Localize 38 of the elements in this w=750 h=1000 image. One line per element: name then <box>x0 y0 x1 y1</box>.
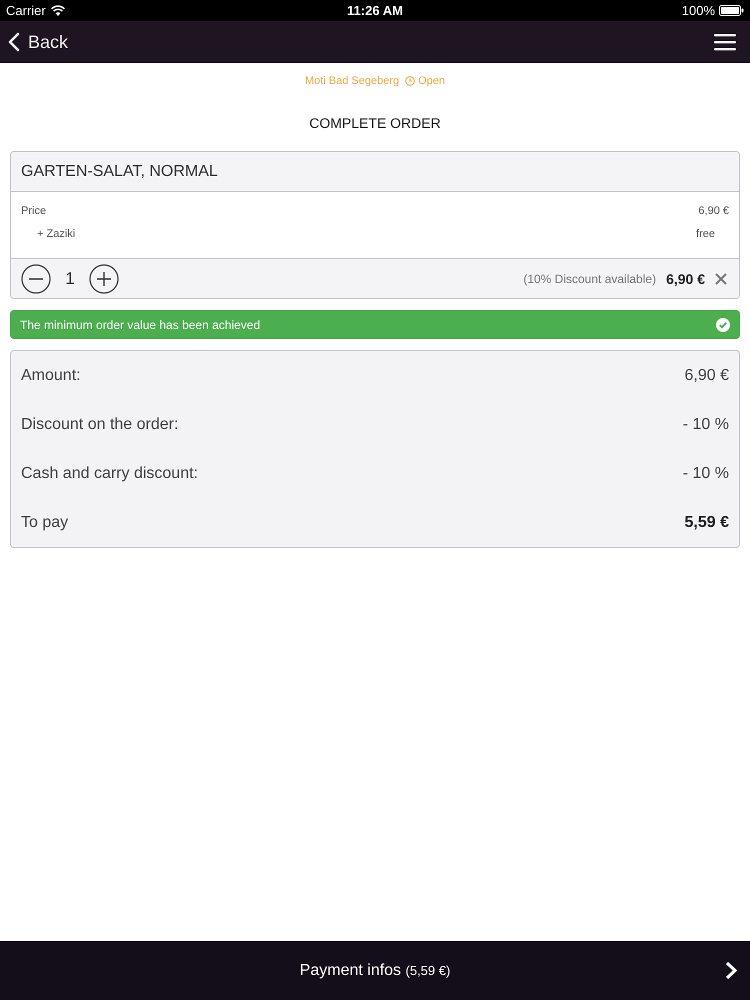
item-total: 6,90 € <box>666 270 705 286</box>
carrier-label: Carrier <box>6 3 46 18</box>
plus-circle-icon <box>89 264 119 294</box>
menu-icon[interactable] <box>714 33 736 51</box>
extra-price: free <box>696 228 716 240</box>
quantity-value: 1 <box>64 268 76 288</box>
total-label: To pay <box>21 514 68 532</box>
chevron-left-icon <box>8 32 20 52</box>
back-button[interactable]: Back <box>8 32 68 52</box>
close-icon <box>715 272 727 284</box>
price-label: Price <box>21 204 46 216</box>
price-value: 6,90 € <box>698 204 729 216</box>
summary-label: Amount: <box>21 366 81 384</box>
summary-label: Cash and carry discount: <box>21 464 198 482</box>
open-status: Open <box>418 75 446 87</box>
clock-time: 11:26 AM <box>347 3 403 18</box>
summary-label: Discount on the order: <box>21 416 178 434</box>
battery-icon <box>719 5 744 16</box>
check-circle-icon <box>716 318 730 332</box>
extra-label: + Zaziki <box>36 228 76 240</box>
clock-icon <box>405 76 416 86</box>
page-title: COMPLETE ORDER <box>308 115 442 131</box>
payment-infos-button[interactable]: Payment infos (5,59 €) <box>0 941 750 1000</box>
minus-circle-icon <box>21 264 51 294</box>
chevron-right-icon <box>724 961 738 980</box>
item-name: GARTEN-SALAT, NORMAL <box>11 152 739 192</box>
increase-button[interactable] <box>89 264 119 294</box>
discount-note: (10% Discount available) <box>523 272 656 286</box>
banner-message: The minimum order value has been achieved <box>20 318 260 332</box>
total-value: 5,59 € <box>684 514 729 532</box>
summary-value: - 10 % <box>682 416 729 434</box>
summary-value: - 10 % <box>682 464 729 482</box>
wifi-icon <box>50 5 65 16</box>
summary-value: 6,90 € <box>684 366 729 384</box>
remove-button[interactable] <box>715 272 727 284</box>
decrease-button[interactable] <box>21 264 51 294</box>
restaurant-name: Moti Bad Segeberg <box>304 75 400 87</box>
battery-percent: 100% <box>682 3 715 18</box>
